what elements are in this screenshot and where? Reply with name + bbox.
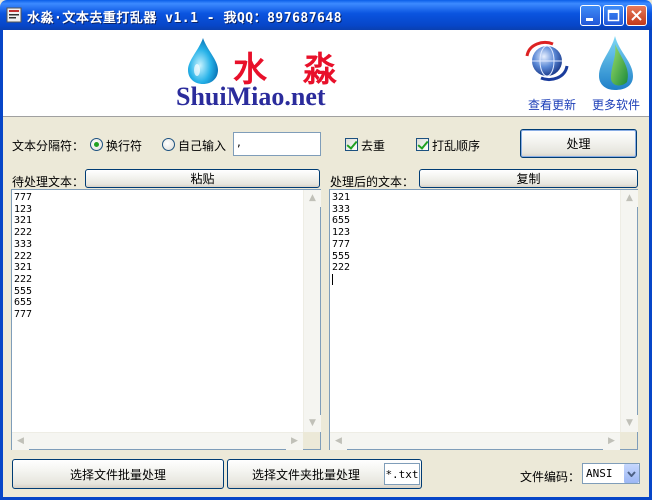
input-line: 222 [14,227,33,239]
window-title: 水淼·文本去重打乱器 v1.1 - 我QQ：897687648 [27,11,343,26]
dedupe-label[interactable]: 去重 [361,137,385,154]
batch-folder-label: 选择文件夹批量处理 [252,467,361,482]
close-icon [631,10,642,21]
input-line: 123 [14,203,33,215]
scrollbar-corner [303,432,320,449]
text-caret [332,273,333,285]
arrow-up-icon: ▲ [309,193,316,203]
input-textarea[interactable]: 777 123 321 222 333 222 321 222 555 655 777 ▲ ▼ ◀ … [11,189,321,450]
output-panel-label: 处理后的文本： [330,175,415,189]
output-line: 222 [332,262,351,274]
encoding-value: ANSI [586,467,613,480]
dropdown-button[interactable] [623,464,639,483]
input-line: 222 [14,273,33,285]
output-line: 321 [332,192,351,203]
maximize-icon [607,9,620,22]
input-line: 655 [14,297,33,309]
water-drop-icon [188,38,218,84]
copy-button[interactable]: 复制 [419,169,638,188]
brand-url-logo: ShuiMiao.net [176,82,326,111]
input-panel-label: 待处理文本： [12,175,85,189]
dedupe-checkbox[interactable] [345,138,358,151]
custom-radio[interactable] [162,138,175,151]
output-line: 777 [332,238,351,250]
output-line: 123 [332,227,351,239]
leaf-drop-icon[interactable] [593,34,639,92]
globe-refresh-icon[interactable] [523,38,571,84]
extension-filter-input[interactable]: *.txt [384,463,420,485]
input-line: 333 [14,238,33,250]
output-textarea[interactable]: 321 333 655 123 777 555 222 ▲ ▼ ◀ ▶ [329,189,638,450]
process-button[interactable]: 处理 [520,129,637,158]
scroll-right-button[interactable]: ▶ [603,433,620,450]
chevron-down-icon [627,470,636,477]
banner: 水 淼 ShuiMiao.net 查看更新 更多软件 [3,30,649,117]
encoding-label: 文件编码： [520,470,581,484]
encoding-select[interactable]: ANSI [582,463,640,484]
scroll-left-button[interactable]: ◀ [330,433,347,450]
output-text-content[interactable]: 321 333 655 123 777 555 222 [332,192,619,431]
scroll-up-button[interactable]: ▲ [621,190,638,207]
input-line: 222 [14,250,33,262]
app-icon [6,7,22,23]
input-text-content[interactable]: 777 123 321 222 333 222 321 222 555 655 777 [14,192,302,431]
output-horizontal-scrollbar[interactable]: ◀ ▶ [330,432,620,450]
caret-line [332,273,619,286]
arrow-left-icon: ◀ [335,436,342,446]
close-button[interactable] [626,5,647,26]
output-line: 333 [332,203,351,215]
title-bar[interactable]: 水淼·文本去重打乱器 v1.1 - 我QQ：897687648 [0,0,652,30]
maximize-button[interactable] [603,5,624,26]
separator-label: 文本分隔符： [12,139,85,153]
minimize-icon [586,18,593,21]
scroll-up-button[interactable]: ▲ [304,190,321,207]
batch-files-button[interactable]: 选择文件批量处理 [12,459,224,489]
input-line: 555 [14,285,33,297]
output-line: 655 [332,215,351,227]
minimize-button[interactable] [580,5,601,26]
scroll-down-button[interactable]: ▼ [304,415,321,432]
input-line: 777 [14,192,33,203]
check-update-link[interactable]: 查看更新 [528,96,576,113]
arrow-down-icon: ▼ [309,418,316,428]
scroll-down-button[interactable]: ▼ [621,415,638,432]
shuffle-label[interactable]: 打乱顺序 [432,137,480,154]
arrow-up-icon: ▲ [626,193,633,203]
input-line: 777 [14,309,33,321]
arrow-left-icon: ◀ [17,436,24,446]
input-line: 321 [14,215,33,227]
output-vertical-scrollbar[interactable]: ▲ ▼ [620,190,638,432]
output-line: 555 [332,250,351,262]
shuffle-checkbox[interactable] [416,138,429,151]
custom-radio-label[interactable]: 自己输入 [178,137,226,154]
arrow-down-icon: ▼ [626,418,633,428]
newline-radio[interactable] [90,138,103,151]
input-line: 321 [14,262,33,274]
scroll-right-button[interactable]: ▶ [286,433,303,450]
custom-separator-input[interactable]: , [233,132,321,156]
scrollbar-corner [620,432,637,449]
input-vertical-scrollbar[interactable]: ▲ ▼ [303,190,321,432]
scroll-left-button[interactable]: ◀ [12,433,29,450]
arrow-right-icon: ▶ [608,436,615,446]
arrow-right-icon: ▶ [291,436,298,446]
newline-radio-label[interactable]: 换行符 [106,137,142,154]
input-horizontal-scrollbar[interactable]: ◀ ▶ [12,432,303,450]
paste-button[interactable]: 粘贴 [85,169,320,188]
more-software-link[interactable]: 更多软件 [592,96,640,113]
